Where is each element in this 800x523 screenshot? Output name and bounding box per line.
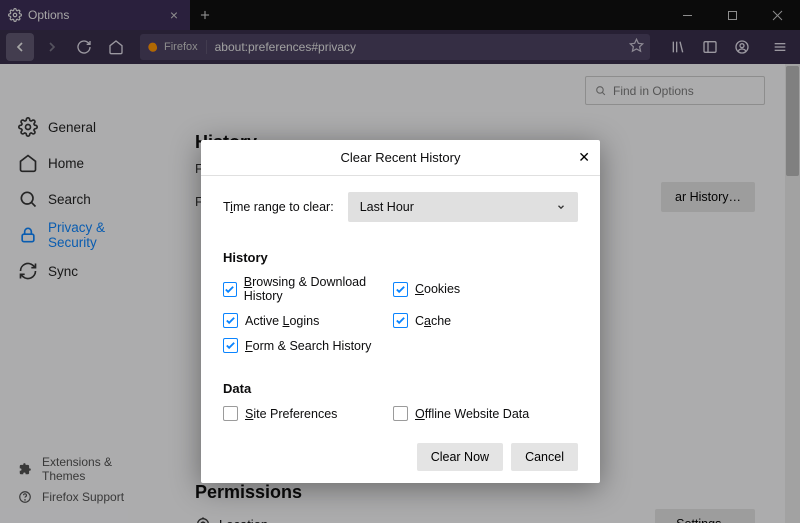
- checkbox-form-history[interactable]: Form & Search History: [223, 338, 393, 353]
- time-range-label: Time range to clear:: [223, 200, 334, 214]
- checkbox-browsing-history[interactable]: Browsing & Download History: [223, 275, 393, 303]
- time-range-select[interactable]: Last Hour: [348, 192, 578, 222]
- dialog-close-button[interactable]: ✕: [578, 149, 590, 166]
- chevron-down-icon: [556, 202, 566, 212]
- dialog-header: Clear Recent History ✕: [201, 140, 600, 176]
- checkbox-site-preferences[interactable]: Site Preferences: [223, 406, 393, 421]
- checkbox-offline-data[interactable]: Offline Website Data: [393, 406, 543, 421]
- time-range-value: Last Hour: [360, 200, 414, 214]
- checkbox-cookies[interactable]: Cookies: [393, 275, 543, 303]
- clear-now-button[interactable]: Clear Now: [417, 443, 503, 471]
- clear-history-dialog: Clear Recent History ✕ Time range to cle…: [201, 140, 600, 483]
- cancel-button[interactable]: Cancel: [511, 443, 578, 471]
- dialog-history-heading: History: [223, 250, 578, 265]
- modal-overlay: Clear Recent History ✕ Time range to cle…: [0, 0, 800, 523]
- checkbox-active-logins[interactable]: Active Logins: [223, 313, 393, 328]
- checkbox-cache[interactable]: Cache: [393, 313, 543, 328]
- dialog-title: Clear Recent History: [341, 150, 461, 165]
- dialog-data-heading: Data: [223, 381, 578, 396]
